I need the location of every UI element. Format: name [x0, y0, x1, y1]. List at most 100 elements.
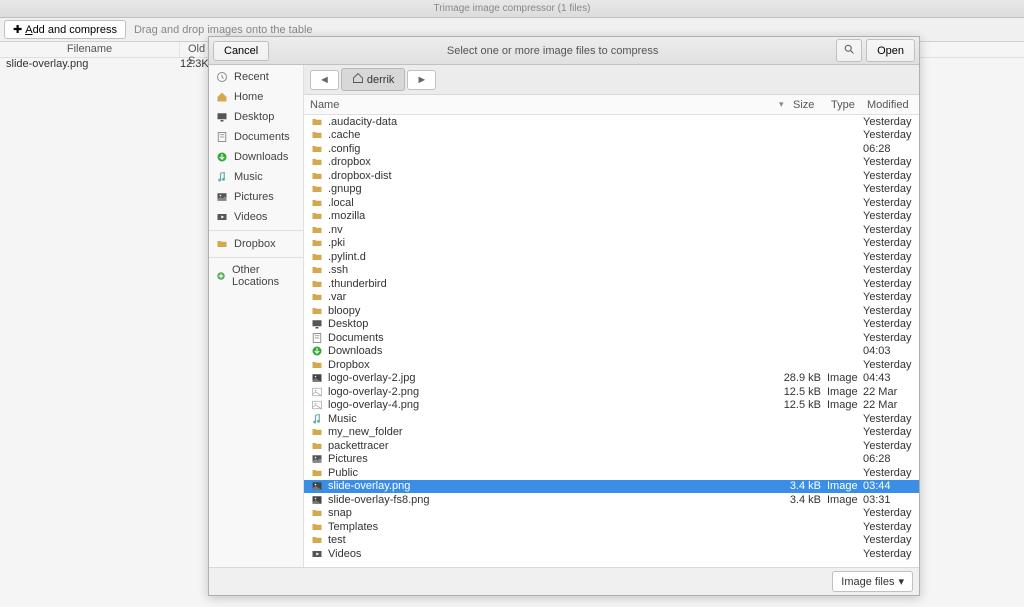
col-type[interactable]: Type	[831, 99, 867, 111]
col-size[interactable]: Size	[793, 99, 831, 111]
sidebar-item-videos[interactable]: Videos	[209, 207, 303, 227]
file-modified: Yesterday	[861, 251, 913, 263]
bg-filename: slide-overlay.png	[2, 58, 180, 74]
sidebar-item-pictures[interactable]: Pictures	[209, 187, 303, 207]
file-type: Image	[821, 480, 861, 492]
file-row[interactable]: my_new_folderYesterday	[304, 426, 919, 440]
file-modified: 06:28	[861, 143, 913, 155]
file-row[interactable]: .dropbox-distYesterday	[304, 169, 919, 183]
file-modified: 22 Mar	[861, 386, 913, 398]
file-size: 12.5 kB	[777, 399, 821, 411]
sidebar-item-downloads[interactable]: Downloads	[209, 147, 303, 167]
file-row[interactable]: TemplatesYesterday	[304, 520, 919, 534]
folder-icon	[310, 143, 324, 155]
file-modified: Yesterday	[861, 426, 913, 438]
sidebar-item-home[interactable]: Home	[209, 87, 303, 107]
folder-icon	[310, 440, 324, 452]
cancel-button[interactable]: Cancel	[213, 41, 269, 61]
video-icon	[310, 548, 324, 560]
sidebar-item-documents[interactable]: Documents	[209, 127, 303, 147]
col-modified[interactable]: Modified	[867, 99, 919, 111]
file-modified: Yesterday	[861, 210, 913, 222]
file-modified: Yesterday	[861, 534, 913, 546]
file-row[interactable]: .pkiYesterday	[304, 237, 919, 251]
file-name: slide-overlay.png	[328, 480, 777, 492]
col-name[interactable]: Name	[310, 99, 779, 111]
file-size: 3.4 kB	[777, 494, 821, 506]
file-name: Templates	[328, 521, 777, 533]
file-row[interactable]: .cache Yesterday	[304, 129, 919, 143]
folder-icon	[310, 507, 324, 519]
file-modified: Yesterday	[861, 129, 913, 141]
music-icon	[310, 413, 324, 425]
file-row[interactable]: .sshYesterday	[304, 264, 919, 278]
file-name: .cache	[328, 129, 777, 141]
sidebar-item-recent[interactable]: Recent	[209, 67, 303, 87]
file-name: .dropbox	[328, 156, 777, 168]
add-label: Add and compress	[25, 24, 117, 36]
file-row[interactable]: .pylint.dYesterday	[304, 250, 919, 264]
sidebar-item-label: Pictures	[234, 191, 274, 203]
home-icon	[215, 90, 229, 104]
file-row[interactable]: .config06:28	[304, 142, 919, 156]
file-name: .ssh	[328, 264, 777, 276]
file-name: bloopy	[328, 305, 777, 317]
sidebar-item-music[interactable]: Music	[209, 167, 303, 187]
file-list[interactable]: .audacity-dataYesterday.cacheYesterday.c…	[304, 115, 919, 567]
file-row[interactable]: logo-overlay-2.png12.5 kBImage22 Mar	[304, 385, 919, 399]
file-size: 3.4 kB	[777, 480, 821, 492]
col-filename[interactable]: Filename	[0, 42, 180, 57]
download-icon	[310, 345, 324, 357]
path-back-button[interactable]: ◄	[310, 70, 339, 90]
file-row[interactable]: .dropboxYesterday	[304, 156, 919, 170]
folder-icon	[310, 359, 324, 371]
file-row[interactable]: slide-overlay-fs8.png3.4 kBImage03:31	[304, 493, 919, 507]
file-row[interactable]: Downloads04:03	[304, 345, 919, 359]
file-row[interactable]: .nvYesterday	[304, 223, 919, 237]
path-segment-home[interactable]: derrik	[341, 68, 406, 91]
file-row[interactable]: packettracerYesterday	[304, 439, 919, 453]
sort-indicator-icon[interactable]: ▾	[779, 99, 793, 110]
file-row[interactable]: .audacity-dataYesterday	[304, 115, 919, 129]
file-row[interactable]: Pictures06:28	[304, 453, 919, 467]
folder-icon	[310, 183, 324, 195]
col-old[interactable]: Old S	[180, 42, 210, 57]
file-row[interactable]: testYesterday	[304, 534, 919, 548]
file-row[interactable]: logo-overlay-4.png12.5 kBImage22 Mar	[304, 399, 919, 413]
path-next-button[interactable]: ►	[407, 70, 436, 90]
sidebar: RecentHomeDesktopDocumentsDownloadsMusic…	[209, 65, 304, 567]
folder-icon	[310, 534, 324, 546]
file-row[interactable]: VideosYesterday	[304, 547, 919, 561]
file-row[interactable]: .thunderbirdYesterday	[304, 277, 919, 291]
add-compress-button[interactable]: ✚ Add and compress	[4, 20, 126, 39]
file-row[interactable]: .varYesterday	[304, 291, 919, 305]
file-row[interactable]: .gnupgYesterday	[304, 183, 919, 197]
file-row[interactable]: DropboxYesterday	[304, 358, 919, 372]
file-row[interactable]: .localYesterday	[304, 196, 919, 210]
file-type-filter[interactable]: Image files ▾	[832, 571, 913, 592]
file-row[interactable]: logo-overlay-2.jpg28.9 kBImage04:43	[304, 372, 919, 386]
file-row[interactable]: bloopyYesterday	[304, 304, 919, 318]
file-row[interactable]: snapYesterday	[304, 507, 919, 521]
file-row[interactable]: slide-overlay.png3.4 kBImage03:44	[304, 480, 919, 494]
file-modified: 03:44	[861, 480, 913, 492]
file-row[interactable]: .mozillaYesterday	[304, 210, 919, 224]
file-row[interactable]: DocumentsYesterday	[304, 331, 919, 345]
sidebar-item-dropbox[interactable]: Dropbox	[209, 234, 303, 254]
file-row[interactable]: PublicYesterday	[304, 466, 919, 480]
doc-icon	[310, 332, 324, 344]
sidebar-item-desktop[interactable]: Desktop	[209, 107, 303, 127]
file-modified: 04:43	[861, 372, 913, 384]
file-modified: Yesterday	[861, 116, 913, 128]
file-modified: Yesterday	[861, 170, 913, 182]
open-button[interactable]: Open	[866, 39, 915, 62]
sidebar-separator	[209, 230, 303, 231]
file-row[interactable]: MusicYesterday	[304, 412, 919, 426]
folder-icon	[310, 426, 324, 438]
video-icon	[215, 210, 229, 224]
file-modified: Yesterday	[861, 548, 913, 560]
file-row[interactable]: DesktopYesterday	[304, 318, 919, 332]
sidebar-item-other-locations[interactable]: Other Locations	[209, 261, 303, 291]
search-button[interactable]	[836, 39, 862, 62]
file-type: Image	[821, 494, 861, 506]
